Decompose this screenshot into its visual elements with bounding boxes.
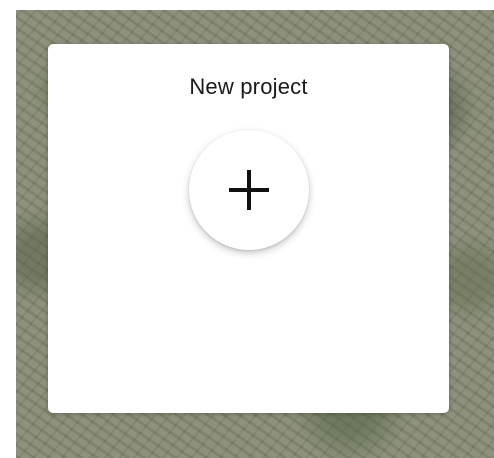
card-title: New project (189, 74, 308, 99)
plus-icon-vertical-bar (247, 170, 251, 210)
add-project-button[interactable] (189, 130, 309, 250)
plus-icon (229, 170, 269, 210)
new-project-card[interactable]: New project (48, 44, 449, 413)
page: New project (0, 0, 494, 458)
